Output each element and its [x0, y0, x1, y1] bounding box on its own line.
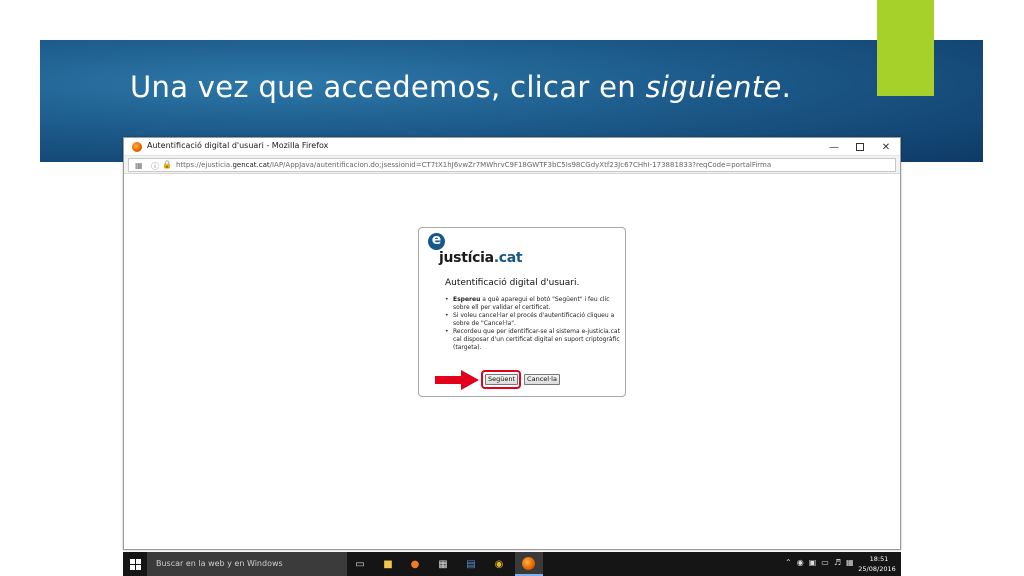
clock-date[interactable]: 25/08/2016: [857, 565, 897, 573]
window-title: Autentificació digital d'usuari - Mozill…: [147, 141, 329, 150]
red-arrow-icon: [435, 370, 479, 390]
maximize-button[interactable]: [846, 138, 874, 156]
search-input[interactable]: Buscar en la web y en Windows: [147, 552, 347, 576]
page-icon: ▦: [135, 161, 143, 170]
minimize-icon: —: [829, 141, 839, 153]
volume-icon[interactable]: ♬: [834, 558, 846, 567]
windows-logo-icon: [129, 558, 141, 570]
cancel-button[interactable]: Cancel·la: [524, 374, 560, 385]
title-emphasis: siguiente: [645, 70, 782, 104]
navigation-bar: ▦ ⓘ 🔒 https://ejusticia.gencat.cat/IAP/A…: [124, 156, 900, 174]
url-field[interactable]: ▦ ⓘ 🔒 https://ejusticia.gencat.cat/IAP/A…: [128, 158, 896, 172]
slide: Una vez que accedemos, clicar en siguien…: [0, 0, 1024, 576]
list-item: Espereu a què aparegui el botó "Següent"…: [445, 296, 621, 312]
auth-dialog: e justícia.cat Autentificació digital d'…: [418, 227, 626, 397]
chevron-up-icon[interactable]: ⌃: [785, 558, 797, 567]
window-titlebar[interactable]: Autentificació digital d'usuari - Mozill…: [124, 138, 900, 156]
file-explorer-icon[interactable]: ■: [380, 556, 396, 572]
accent-bar: [877, 0, 934, 96]
lock-icon[interactable]: 🔒: [162, 160, 172, 169]
minimize-button[interactable]: —: [820, 138, 848, 156]
taskbar: Buscar en la web y en Windows ▭ ■ ● ▦ ▤ …: [123, 552, 901, 576]
system-tray[interactable]: ⌃◉▣▭♬▦: [785, 558, 859, 567]
firefox-taskbar-button[interactable]: [515, 552, 543, 576]
next-button[interactable]: Següent: [485, 374, 518, 385]
store-icon[interactable]: ▦: [435, 556, 451, 572]
list-item: Si voleu cancel·lar el procés d'autentif…: [445, 312, 621, 328]
app-icon[interactable]: ●: [407, 556, 423, 572]
ejusticia-logo-icon: e: [428, 233, 445, 250]
task-view-icon[interactable]: ▭: [352, 556, 368, 572]
close-button[interactable]: ✕: [872, 138, 900, 156]
slide-title: Una vez que accedemos, clicar en siguien…: [130, 70, 792, 104]
list-item: Recordeu que per identificar-se al siste…: [445, 328, 621, 352]
auth-heading: Autentificació digital d'usuari.: [445, 278, 580, 288]
search-placeholder: Buscar en la web y en Windows: [156, 559, 283, 568]
instructions-list: Espereu a què aparegui el botó "Següent"…: [445, 296, 621, 352]
ejusticia-logo-text: justícia.cat: [439, 250, 523, 266]
maximize-icon: [856, 143, 864, 151]
start-button[interactable]: [123, 552, 147, 576]
firefox-window: Autentificació digital d'usuari - Mozill…: [123, 137, 901, 550]
tray-app-icon[interactable]: ▣: [809, 558, 822, 567]
word-icon[interactable]: ▤: [463, 556, 479, 572]
page-viewport: e justícia.cat Autentificació digital d'…: [124, 175, 900, 549]
info-icon[interactable]: ⓘ: [151, 161, 159, 172]
url-text[interactable]: https://ejusticia.gencat.cat/IAP/AppJava…: [176, 161, 771, 169]
clock-time[interactable]: 18:51: [861, 555, 897, 563]
network-icon[interactable]: ▭: [821, 558, 834, 567]
firefox-logo-icon: [132, 142, 142, 152]
tray-app-icon[interactable]: ◉: [797, 558, 809, 567]
firefox-icon: [522, 557, 535, 570]
close-icon: ✕: [881, 141, 891, 153]
chrome-icon[interactable]: ◉: [491, 556, 507, 572]
